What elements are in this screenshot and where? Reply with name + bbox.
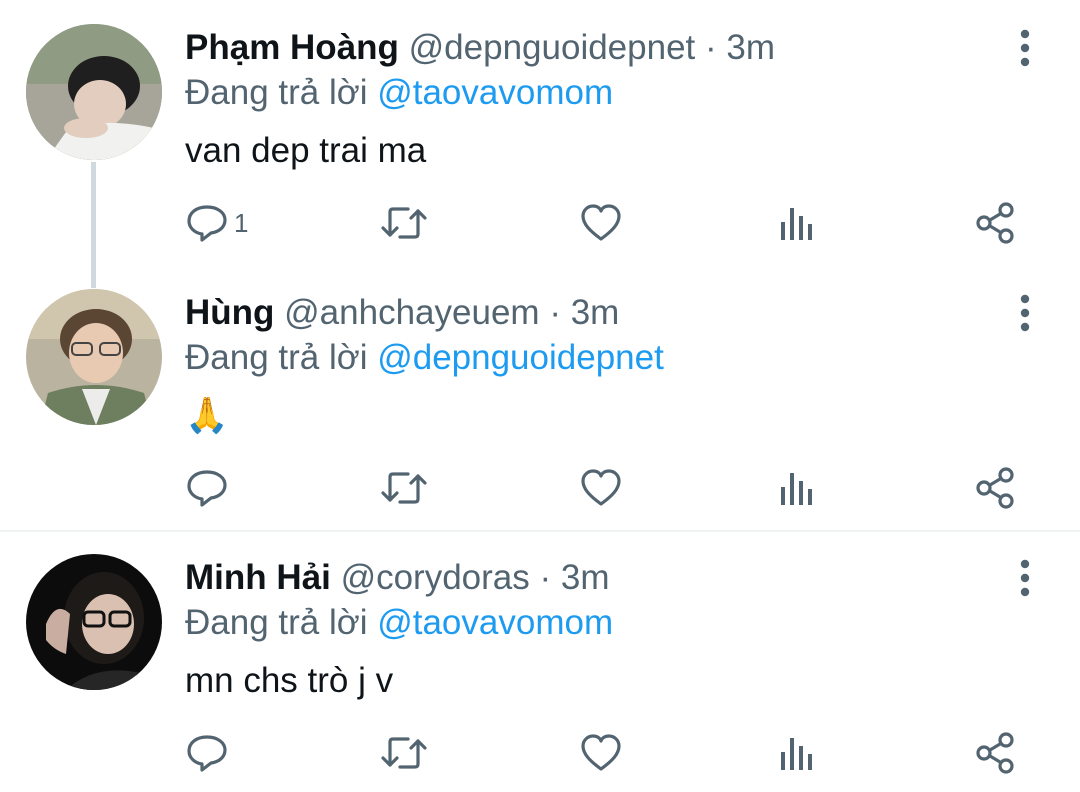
reply-button[interactable]: [186, 464, 234, 512]
avatar[interactable]: [26, 289, 162, 425]
analytics-button[interactable]: [778, 464, 816, 512]
share-button[interactable]: [974, 199, 1016, 247]
analytics-button[interactable]: [778, 729, 816, 777]
analytics-icon: [781, 738, 812, 770]
share-icon: [976, 732, 1014, 774]
replying-label: Đang trả lời: [185, 603, 368, 642]
heart-icon: [581, 734, 621, 771]
replying-to: Đang trả lời @taovavomom: [185, 601, 613, 645]
separator: ·: [539, 558, 552, 597]
username[interactable]: @corydoras: [341, 558, 530, 597]
tweet-text: mn chs trò j v: [185, 661, 394, 700]
reply-button[interactable]: 1: [186, 199, 248, 247]
replying-to: Đang trả lời @depnguoidepnet: [185, 336, 664, 380]
more-vertical-icon: [1020, 294, 1030, 332]
reply-icon: [187, 735, 227, 772]
more-vertical-icon: [1020, 559, 1030, 597]
tweet-text: van dep trai ma: [185, 131, 427, 170]
more-options-button[interactable]: [1008, 558, 1042, 598]
analytics-icon: [781, 208, 812, 240]
retweet-button[interactable]: [381, 464, 427, 512]
analytics-button[interactable]: [778, 199, 816, 247]
reply-button[interactable]: [186, 729, 234, 777]
replying-label: Đang trả lời: [185, 73, 368, 112]
like-button[interactable]: [580, 729, 622, 777]
share-button[interactable]: [974, 729, 1016, 777]
username[interactable]: @depnguoidepnet: [409, 28, 696, 67]
tweet[interactable]: Hùng @anhchayeuem · 3m Đang trả lời @dep…: [0, 265, 1080, 530]
heart-icon: [581, 469, 621, 506]
tweet-header: Minh Hải @corydoras · 3m: [185, 556, 610, 600]
display-name[interactable]: Minh Hải: [185, 558, 331, 597]
separator: ·: [549, 293, 561, 332]
reply-icon: [187, 470, 227, 507]
avatar[interactable]: [26, 24, 162, 160]
timestamp[interactable]: 3m: [561, 558, 610, 597]
retweet-icon: [381, 207, 427, 239]
retweet-icon: [381, 737, 427, 769]
tweet-header: Phạm Hoàng @depnguoidepnet · 3m: [185, 26, 775, 70]
reply-icon: [187, 205, 227, 242]
tweet-header: Hùng @anhchayeuem · 3m: [185, 291, 619, 335]
username[interactable]: @anhchayeuem: [284, 293, 539, 332]
share-icon: [976, 467, 1014, 509]
replying-label: Đang trả lời: [185, 338, 368, 377]
heart-icon: [581, 204, 621, 241]
reply-feed: Phạm Hoàng @depnguoidepnet · 3m Đang trả…: [0, 0, 1080, 792]
separator: ·: [705, 28, 717, 67]
mention-link[interactable]: @depnguoidepnet: [377, 338, 664, 377]
more-options-button[interactable]: [1008, 293, 1042, 333]
share-icon: [976, 202, 1014, 244]
replying-to: Đang trả lời @taovavomom: [185, 71, 613, 115]
display-name[interactable]: Hùng: [185, 293, 274, 332]
retweet-button[interactable]: [381, 729, 427, 777]
reply-count: 1: [234, 207, 249, 238]
avatar[interactable]: [26, 554, 162, 690]
retweet-button[interactable]: [381, 199, 427, 247]
like-button[interactable]: [580, 199, 622, 247]
mention-link[interactable]: @taovavomom: [377, 603, 613, 642]
timestamp[interactable]: 3m: [571, 293, 620, 332]
more-vertical-icon: [1020, 29, 1030, 67]
timestamp[interactable]: 3m: [726, 28, 775, 67]
display-name[interactable]: Phạm Hoàng: [185, 28, 399, 67]
mention-link[interactable]: @taovavomom: [377, 73, 613, 112]
more-options-button[interactable]: [1008, 28, 1042, 68]
like-button[interactable]: [580, 464, 622, 512]
share-button[interactable]: [974, 464, 1016, 512]
tweet[interactable]: Minh Hải @corydoras · 3m Đang trả lời @t…: [0, 530, 1080, 792]
tweet[interactable]: Phạm Hoàng @depnguoidepnet · 3m Đang trả…: [0, 0, 1080, 265]
tweet-text: 🙏: [185, 396, 229, 435]
retweet-icon: [381, 472, 427, 504]
analytics-icon: [781, 473, 812, 505]
